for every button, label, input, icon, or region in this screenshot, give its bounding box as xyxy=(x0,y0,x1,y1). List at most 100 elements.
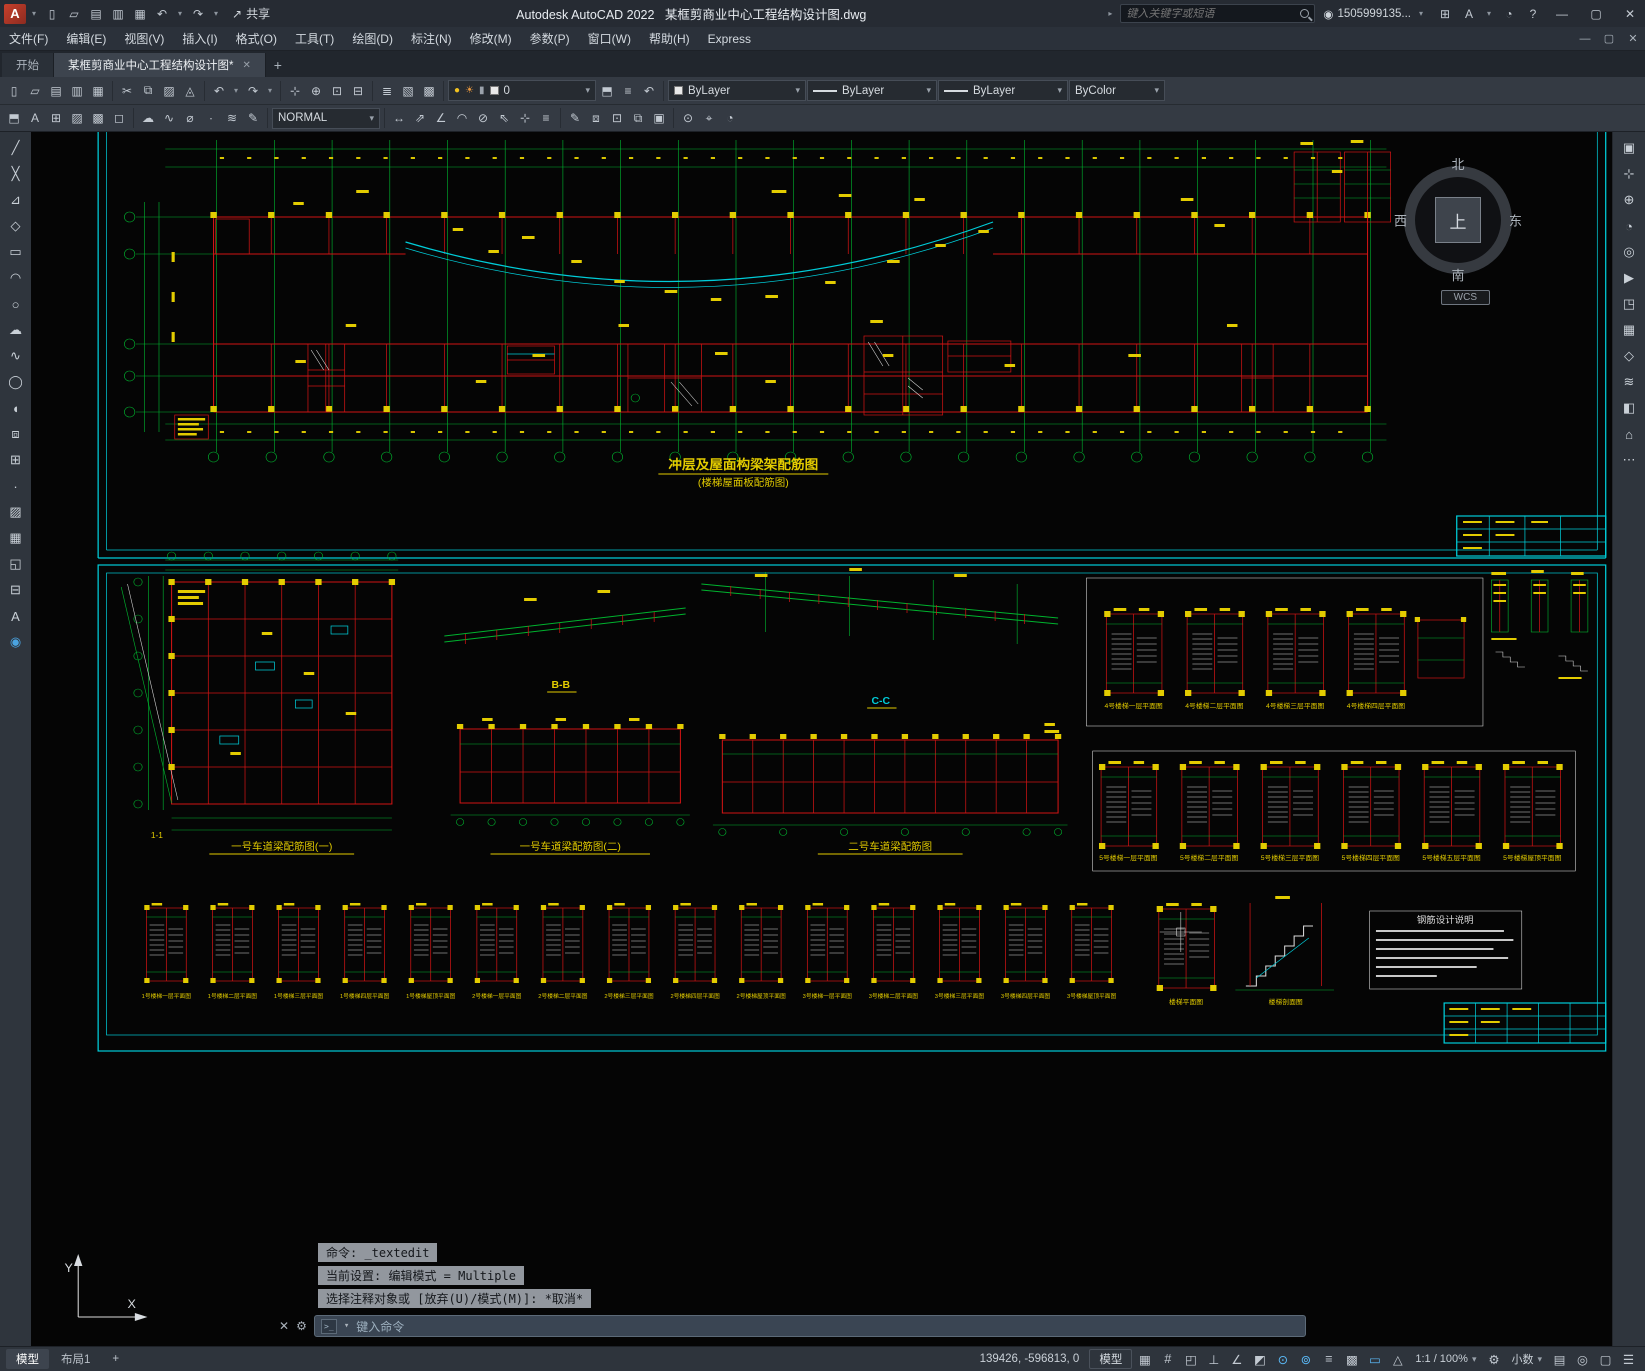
nav-previous-view-icon[interactable]: ◳ xyxy=(1617,292,1641,316)
save-as-icon[interactable]: ▥ xyxy=(67,81,87,101)
center-mark-icon[interactable]: ⊹ xyxy=(515,108,535,128)
clean-screen-icon[interactable]: ▢ xyxy=(1595,1349,1616,1369)
viewcube[interactable]: 上 北 南 西 东 xyxy=(1394,157,1522,284)
save-icon[interactable]: ▤ xyxy=(46,81,66,101)
viewcube-south-label[interactable]: 南 xyxy=(1451,265,1464,284)
account-menu[interactable]: ◉ 1505999135... ▾ xyxy=(1319,4,1431,24)
help-search-box[interactable] xyxy=(1120,4,1316,23)
doc-restore-button[interactable]: ▢ xyxy=(1597,29,1621,49)
save-icon[interactable]: ▤ xyxy=(86,4,106,24)
polar-tracking-icon[interactable]: ∠ xyxy=(1226,1349,1247,1369)
tool-ellipse-icon[interactable]: ◯ xyxy=(4,370,28,394)
menu-file[interactable]: 文件(F) xyxy=(0,27,57,50)
nav-steering-wheel-icon[interactable]: ◎ xyxy=(1617,240,1641,264)
named-views-icon[interactable]: ◔ xyxy=(720,108,740,128)
tool-create-block-icon[interactable]: ⊞ xyxy=(4,448,28,472)
nav-isolate-icon[interactable]: ◇ xyxy=(1617,344,1641,368)
dynamic-input-icon[interactable]: ▭ xyxy=(1364,1349,1385,1369)
window-minimize-button[interactable]: — xyxy=(1547,0,1577,27)
properties-icon[interactable]: ≣ xyxy=(377,81,397,101)
viewcube-top-face[interactable]: 上 xyxy=(1435,197,1481,243)
tool-circle-icon[interactable]: ○ xyxy=(4,292,28,316)
zoom-window-icon[interactable]: ⊡ xyxy=(327,81,347,101)
transparency-icon[interactable]: ▩ xyxy=(1341,1349,1362,1369)
block-icon[interactable]: ⧈ xyxy=(586,108,606,128)
workspace-switching-icon[interactable]: ⚙ xyxy=(1483,1349,1504,1369)
help-icon[interactable]: ? xyxy=(1523,4,1543,24)
nav-camera-icon[interactable]: ◧ xyxy=(1617,396,1641,420)
insert-block-icon[interactable]: ⊡ xyxy=(607,108,627,128)
tool-rectangle-icon[interactable]: ▭ xyxy=(4,240,28,264)
nav-home-icon[interactable]: ⌂ xyxy=(1617,422,1641,446)
make-layer-current-icon[interactable]: ≡ xyxy=(618,81,638,101)
save-as-icon[interactable]: ▥ xyxy=(108,4,128,24)
command-close-icon[interactable]: ✕ xyxy=(279,1319,289,1333)
infer-constraints-icon[interactable]: ◰ xyxy=(1180,1349,1201,1369)
command-caret-icon[interactable]: ▾ xyxy=(344,1321,349,1331)
undo-icon[interactable]: ↶ xyxy=(209,81,229,101)
tool-point-icon[interactable]: · xyxy=(4,474,28,498)
paste-icon[interactable]: ▨ xyxy=(159,81,179,101)
tool-line-icon[interactable]: ╱ xyxy=(4,136,28,160)
search-icon[interactable] xyxy=(1300,9,1310,18)
leader-icon[interactable]: ⇖ xyxy=(494,108,514,128)
redo-icon[interactable]: ↷ xyxy=(188,4,208,24)
lineweight-dropdown[interactable]: ByLayer ▾ xyxy=(938,80,1068,101)
new-icon[interactable]: ▯ xyxy=(4,81,24,101)
text-style-dropdown[interactable]: NORMAL ▾ xyxy=(272,107,380,129)
layer-dropdown[interactable]: ● ☀ ▮ 0 ▾ xyxy=(448,80,596,101)
nav-zoom-icon[interactable]: ⊕ xyxy=(1617,188,1641,212)
nav-show-motion-icon[interactable]: ▶ xyxy=(1617,266,1641,290)
app-logo[interactable]: A xyxy=(4,3,26,24)
tool-insert-block-icon[interactable]: ⧈ xyxy=(4,422,28,446)
dim-arc-icon[interactable]: ◠ xyxy=(452,108,472,128)
cut-icon[interactable]: ✂ xyxy=(117,81,137,101)
color-dropdown[interactable]: ByLayer ▾ xyxy=(668,80,806,101)
isometric-drafting-icon[interactable]: ◩ xyxy=(1249,1349,1270,1369)
zoom-previous-icon[interactable]: ⊟ xyxy=(348,81,368,101)
search-input[interactable] xyxy=(1126,7,1301,20)
mtext-icon[interactable]: A xyxy=(25,108,45,128)
undo-icon[interactable]: ↶ xyxy=(152,4,172,24)
redo-icon[interactable]: ↷ xyxy=(243,81,263,101)
nav-orbit-icon[interactable]: ◔ xyxy=(1617,214,1641,238)
wcs-selector[interactable]: WCS xyxy=(1440,290,1490,305)
hatch-icon[interactable]: ▨ xyxy=(67,108,87,128)
menu-modify[interactable]: 修改(M) xyxy=(461,27,521,50)
image-icon[interactable]: ▣ xyxy=(649,108,669,128)
model-space-canvas[interactable]: 冲层及屋面构梁架配筋图 (楼梯屋面板配筋图) 1-1 一号车道梁配筋图(一) B… xyxy=(31,132,1612,1346)
linetype-dropdown[interactable]: ByLayer ▾ xyxy=(807,80,937,101)
menu-parametric[interactable]: 参数(P) xyxy=(521,27,579,50)
doc-minimize-button[interactable]: — xyxy=(1573,29,1597,49)
units-dropdown[interactable]: 小数 ▾ xyxy=(1506,1350,1547,1369)
command-input[interactable]: >_ ▾ 键入命令 xyxy=(313,1315,1306,1337)
app-store-icon[interactable]: ⊞ xyxy=(1435,4,1455,24)
menu-view[interactable]: 视图(V) xyxy=(115,27,173,50)
snap-mode-icon[interactable]: # xyxy=(1157,1349,1178,1369)
designcenter-icon[interactable]: ▧ xyxy=(398,81,418,101)
redo-caret-icon[interactable]: ▾ xyxy=(210,4,222,24)
object-snap-icon[interactable]: ⊙ xyxy=(1272,1349,1293,1369)
copy-icon[interactable]: ⧉ xyxy=(138,81,158,101)
dim-linear-icon[interactable]: ↔ xyxy=(389,108,409,128)
tool-gradient-icon[interactable]: ▦ xyxy=(4,526,28,550)
tool-ellipse-arc-icon[interactable]: ◖ xyxy=(4,396,28,420)
tool-add-selected-icon[interactable]: ◉ xyxy=(4,630,28,654)
ucs-icon[interactable]: ⌖ xyxy=(699,108,719,128)
quick-dim-icon[interactable]: ≡ xyxy=(536,108,556,128)
nav-more-icon[interactable]: ⋯ xyxy=(1617,448,1641,472)
notification-bell-icon[interactable]: ◔ xyxy=(1499,4,1519,24)
viewcube-west-label[interactable]: 西 xyxy=(1394,211,1407,230)
table-icon[interactable]: ⊞ xyxy=(46,108,66,128)
multiline-icon[interactable]: ≋ xyxy=(222,108,242,128)
lineweight-display-icon[interactable]: ≡ xyxy=(1318,1349,1339,1369)
tool-construction-line-icon[interactable]: ╳ xyxy=(4,162,28,186)
annotation-visibility-icon[interactable]: △ xyxy=(1387,1349,1408,1369)
measure-icon[interactable]: ⌀ xyxy=(180,108,200,128)
zoom-realtime-icon[interactable]: ⊕ xyxy=(306,81,326,101)
menu-dimension[interactable]: 标注(N) xyxy=(402,27,461,50)
plot-icon[interactable]: ▦ xyxy=(88,81,108,101)
object-snap-tracking-icon[interactable]: ⊚ xyxy=(1295,1349,1316,1369)
drawing-canvas[interactable]: 冲层及屋面构梁架配筋图 (楼梯屋面板配筋图) 1-1 一号车道梁配筋图(一) B… xyxy=(31,132,1612,1346)
new-icon[interactable]: ▯ xyxy=(42,4,62,24)
